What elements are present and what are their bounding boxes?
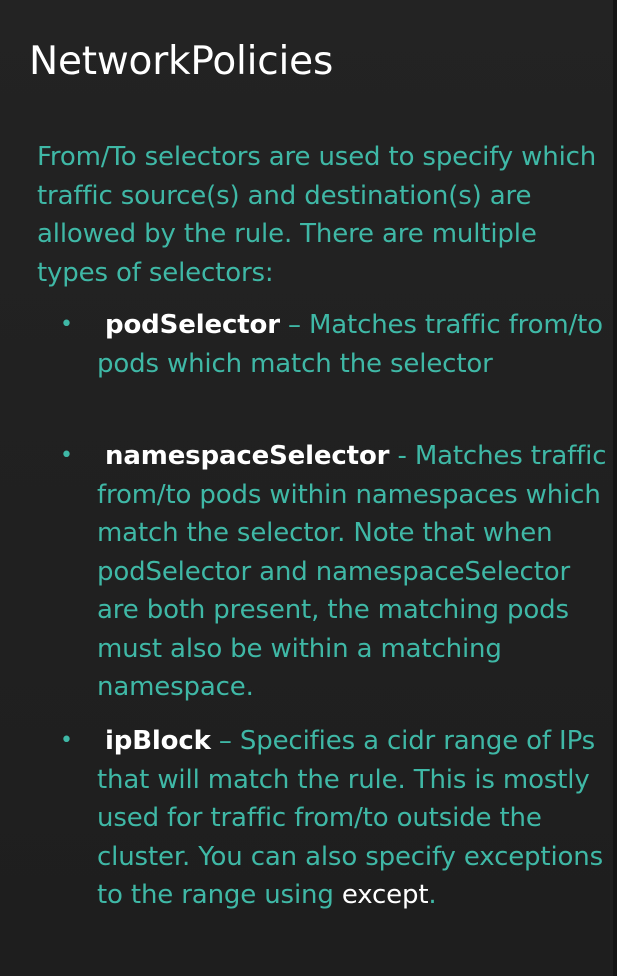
term-ip-block: ipBlock	[105, 726, 211, 756]
intro-paragraph: From/To selectors are used to specify wh…	[37, 142, 597, 288]
slide: NetworkPolicies From/To selectors are us…	[0, 0, 617, 976]
slide-title: NetworkPolicies	[29, 39, 334, 84]
bullet-pod-selector: • podSelector – Matches traffic from/to p…	[60, 306, 607, 383]
term-namespace-selector: namespaceSelector	[105, 441, 390, 471]
bullet-separator: -	[389, 441, 415, 471]
except-keyword: except	[341, 880, 429, 910]
description-namespace-selector: Matches traffic from/to pods within name…	[97, 441, 607, 702]
bullet-separator: –	[210, 726, 240, 756]
bullet-marker: •	[60, 728, 73, 753]
bullet-marker: •	[60, 312, 73, 337]
bullet-separator: –	[279, 310, 309, 340]
bullet-ip-block: • ipBlock – Specifies a cidr range of IPs…	[60, 722, 607, 915]
sentence-ending: .	[428, 880, 437, 910]
term-pod-selector: podSelector	[105, 310, 280, 340]
bullet-namespace-selector: • namespaceSelector - Matches traffic fro…	[60, 437, 607, 707]
bullet-marker: •	[60, 443, 73, 468]
right-edge-shadow	[613, 0, 617, 976]
